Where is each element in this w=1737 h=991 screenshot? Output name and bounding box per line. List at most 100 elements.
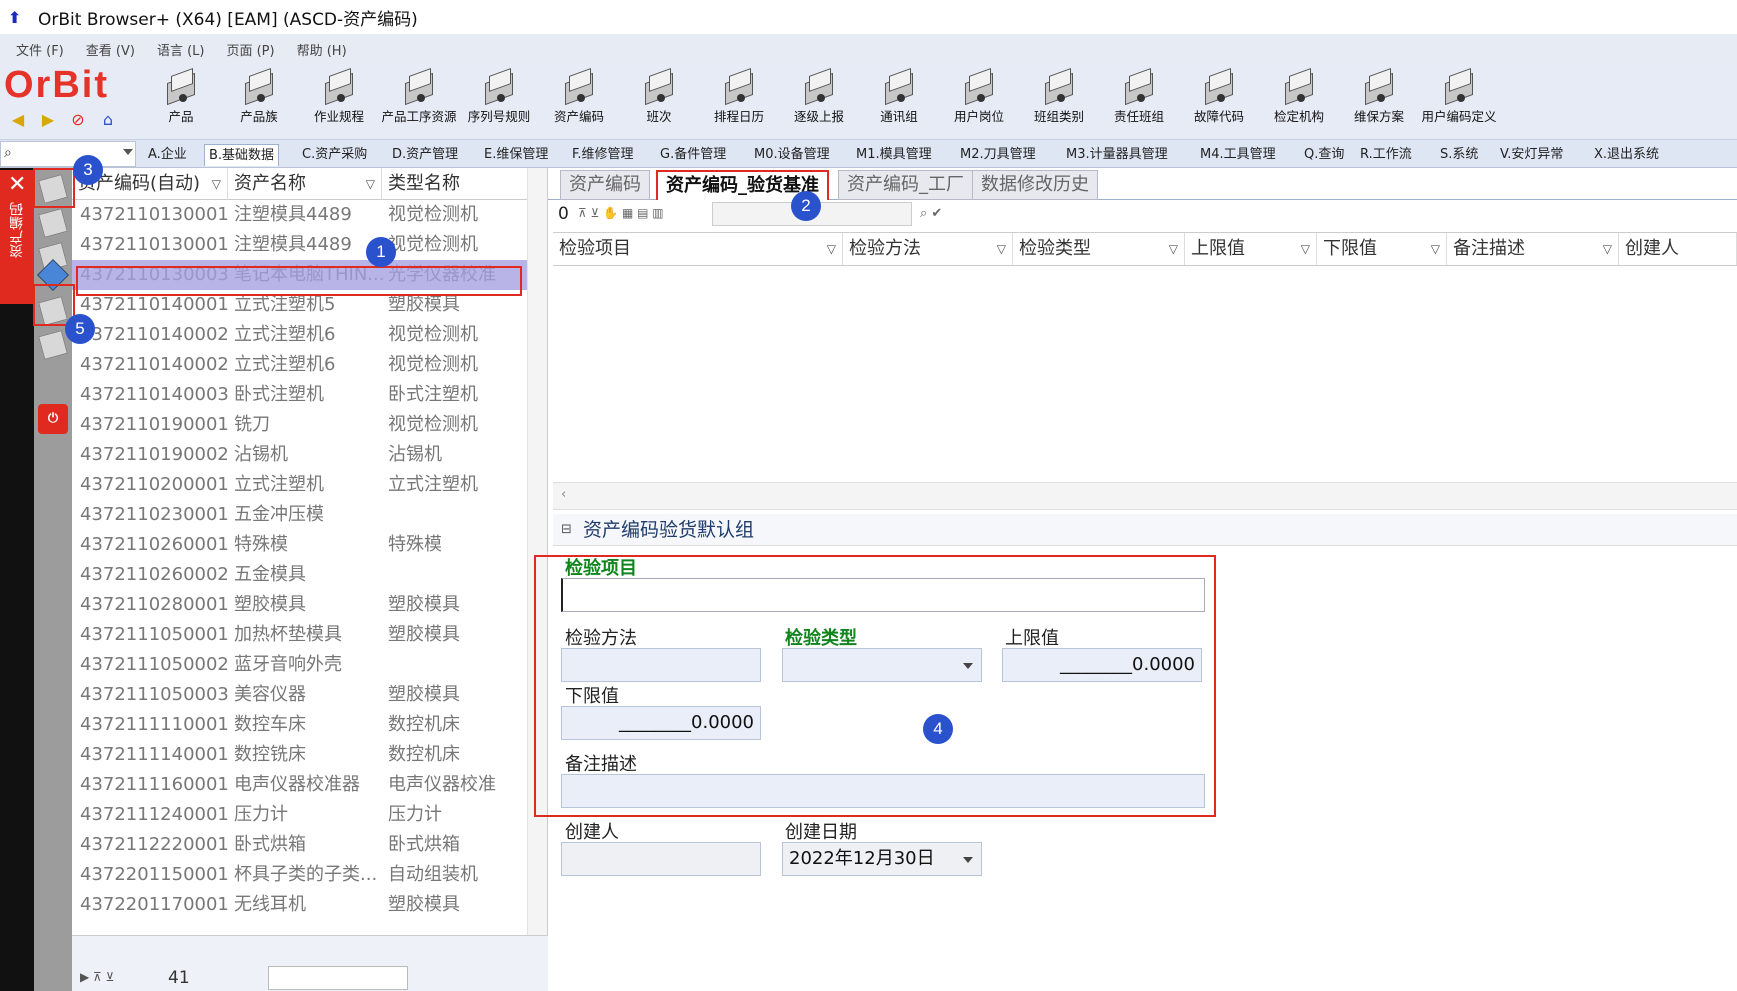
tab-asset-code[interactable]: 资产编码 bbox=[560, 170, 650, 200]
filter-icon[interactable]: ▽ bbox=[1301, 233, 1310, 265]
toolbar-button-11[interactable]: 班组类别 bbox=[1018, 66, 1100, 140]
menu-file[interactable]: 文件 (F) bbox=[16, 40, 64, 59]
back-arrow-icon[interactable]: ◀ bbox=[8, 109, 28, 129]
module-tab-5[interactable]: F.维修管理 bbox=[568, 144, 638, 166]
menu-page[interactable]: 页面 (P) bbox=[226, 40, 274, 59]
forward-arrow-icon[interactable]: ▶ bbox=[38, 109, 58, 129]
toolbar-button-8[interactable]: 逐级上报 bbox=[778, 66, 860, 140]
col-header-inspect-type[interactable]: 检验类型 ▽ bbox=[1013, 233, 1185, 265]
pages-icon[interactable] bbox=[38, 208, 68, 238]
col-header-creator[interactable]: 创建人 bbox=[1619, 233, 1737, 265]
module-tab-15[interactable]: V.安灯异常 bbox=[1496, 144, 1567, 166]
table-row[interactable]: 4372110230001 五金冲压模 bbox=[72, 500, 528, 530]
module-tab-11[interactable]: M4.工具管理 bbox=[1196, 144, 1280, 166]
toolbar-button-2[interactable]: 作业规程 bbox=[298, 66, 380, 140]
table-row[interactable]: 4372110140002 立式注塑机6 视觉检测机 bbox=[72, 320, 528, 350]
eraser-icon[interactable] bbox=[38, 330, 68, 360]
table-row[interactable]: 4372111160001 电声仪器校准器 电声仪器校准 bbox=[72, 770, 528, 800]
table-row[interactable]: 4372111050003 美容仪器 塑胶模具 bbox=[72, 680, 528, 710]
module-search-input[interactable]: ⌕ bbox=[0, 141, 136, 167]
form-group-header[interactable]: ⊟ 资产编码验货默认组 bbox=[553, 514, 1737, 546]
table-row[interactable]: 4372110190002 沾锡机 沾锡机 bbox=[72, 440, 528, 470]
created-date-picker[interactable]: 2022年12月30日 bbox=[782, 842, 982, 876]
toolbar-button-13[interactable]: 故障代码 bbox=[1178, 66, 1260, 140]
table-row[interactable]: 4372110140002 立式注塑机6 视觉检测机 bbox=[72, 350, 528, 380]
menu-help[interactable]: 帮助 (H) bbox=[297, 40, 347, 59]
table-row[interactable]: 4372110200001 立式注塑机 立式注塑机 bbox=[72, 470, 528, 500]
nav-first-icon[interactable]: ▶ ⊼ ⊻ bbox=[80, 970, 114, 984]
chevron-down-icon[interactable] bbox=[963, 857, 973, 863]
nav-buttons-icon[interactable]: ⊼ ⊻ ✋ ▦ ▤ ▥ bbox=[578, 206, 664, 220]
module-tab-10[interactable]: M3.计量器具管理 bbox=[1062, 144, 1172, 166]
table-row[interactable]: 4372110260001 特殊模 特殊模 bbox=[72, 530, 528, 560]
chevron-down-icon[interactable] bbox=[123, 149, 133, 155]
toolbar-button-5[interactable]: 资产编码 bbox=[538, 66, 620, 140]
table-row[interactable]: 4372110130001 注塑模具4489 视觉检测机 bbox=[72, 200, 528, 230]
menu-language[interactable]: 语言 (L) bbox=[157, 40, 205, 59]
toolbar-button-1[interactable]: 产品族 bbox=[218, 66, 300, 140]
col-header-inspect-item[interactable]: 检验项目 ▽ bbox=[553, 233, 843, 265]
chevron-left-icon[interactable]: ‹ bbox=[561, 487, 566, 502]
table-row[interactable]: 4372110260002 五金模具 bbox=[72, 560, 528, 590]
left-footer-combo[interactable] bbox=[268, 966, 408, 990]
table-row[interactable]: 4372201170001 无线耳机 塑胶模具 bbox=[72, 890, 528, 920]
module-tab-3[interactable]: D.资产管理 bbox=[388, 144, 462, 166]
close-icon[interactable]: ✕ bbox=[8, 174, 26, 196]
toolbar-button-15[interactable]: 维保方案 bbox=[1338, 66, 1420, 140]
module-tab-4[interactable]: E.维保管理 bbox=[480, 144, 552, 166]
filter-icon[interactable]: ▽ bbox=[1603, 233, 1612, 265]
module-tab-14[interactable]: S.系统 bbox=[1436, 144, 1482, 166]
module-tab-16[interactable]: X.退出系统 bbox=[1590, 144, 1663, 166]
table-row[interactable]: 4372112220001 卧式烘箱 卧式烘箱 bbox=[72, 830, 528, 860]
toolbar-button-4[interactable]: 序列号规则 bbox=[458, 66, 540, 140]
collapse-icon[interactable]: ⊟ bbox=[561, 514, 572, 546]
filter-icon[interactable]: ▽ bbox=[366, 168, 375, 200]
col-header-asset-name[interactable]: 资产名称 ▽ bbox=[228, 168, 382, 200]
power-icon[interactable]: ⏻ bbox=[38, 404, 68, 434]
table-row[interactable]: 4372201150001 杯具子类的子类... 自动组装机 bbox=[72, 860, 528, 890]
col-header-upper-limit[interactable]: 上限值 ▽ bbox=[1185, 233, 1317, 265]
module-tab-0[interactable]: A.企业 bbox=[144, 144, 191, 166]
col-header-type-name[interactable]: 类型名称 bbox=[382, 168, 528, 200]
toolbar-button-14[interactable]: 检定机构 bbox=[1258, 66, 1340, 140]
toolbar-button-16[interactable]: 用户编码定义 bbox=[1418, 66, 1500, 140]
table-row[interactable]: 4372110190001 铣刀 视觉检测机 bbox=[72, 410, 528, 440]
toolbar-button-12[interactable]: 责任班组 bbox=[1098, 66, 1180, 140]
module-tab-7[interactable]: M0.设备管理 bbox=[750, 144, 834, 166]
table-row[interactable]: 4372111140001 数控铣床 数控机床 bbox=[72, 740, 528, 770]
toolbar-button-9[interactable]: 通讯组 bbox=[858, 66, 940, 140]
module-tab-8[interactable]: M1.模具管理 bbox=[852, 144, 936, 166]
module-tab-9[interactable]: M2.刀具管理 bbox=[956, 144, 1040, 166]
tab-asset-factory[interactable]: 资产编码_工厂 bbox=[838, 170, 973, 200]
stop-icon[interactable]: ⊘ bbox=[68, 109, 88, 129]
toolbar-button-6[interactable]: 班次 bbox=[618, 66, 700, 140]
creator-input[interactable] bbox=[561, 842, 761, 876]
col-header-lower-limit[interactable]: 下限值 ▽ bbox=[1317, 233, 1447, 265]
filter-icon[interactable]: ▽ bbox=[997, 233, 1006, 265]
col-header-inspect-method[interactable]: 检验方法 ▽ bbox=[843, 233, 1013, 265]
module-tab-1[interactable]: B.基础数据 bbox=[204, 144, 280, 166]
search-confirm-icon[interactable]: ⌕ ✔ bbox=[920, 206, 942, 221]
toolbar-button-10[interactable]: 用户岗位 bbox=[938, 66, 1020, 140]
filter-icon[interactable]: ▽ bbox=[212, 168, 221, 200]
filter-icon[interactable]: ▽ bbox=[1431, 233, 1440, 265]
home-icon[interactable]: ⌂ bbox=[98, 109, 118, 129]
toolbar-button-7[interactable]: 排程日历 bbox=[698, 66, 780, 140]
module-tab-12[interactable]: Q.查询 bbox=[1300, 144, 1348, 166]
table-row[interactable]: 4372111110001 数控车床 数控机床 bbox=[72, 710, 528, 740]
menu-view[interactable]: 查看 (V) bbox=[86, 40, 135, 59]
toolbar-button-0[interactable]: 产品 bbox=[140, 66, 222, 140]
toolbar-button-3[interactable]: 产品工序资源 bbox=[378, 66, 460, 140]
table-row[interactable]: 4372110280001 塑胶模具 塑胶模具 bbox=[72, 590, 528, 620]
table-row[interactable]: 4372110130001 注塑模具4489 视觉检测机 bbox=[72, 230, 528, 260]
filter-icon[interactable]: ▽ bbox=[1169, 233, 1178, 265]
tab-data-change-history[interactable]: 数据修改历史 bbox=[972, 170, 1098, 200]
left-grid-scrollbar[interactable] bbox=[527, 168, 547, 935]
inspection-grid-scrollbar[interactable]: ‹ bbox=[553, 482, 1737, 510]
table-row[interactable]: 4372111050002 蓝牙音响外壳 bbox=[72, 650, 528, 680]
col-header-remark[interactable]: 备注描述 ▽ bbox=[1447, 233, 1619, 265]
filter-icon[interactable]: ▽ bbox=[827, 233, 836, 265]
module-tab-2[interactable]: C.资产采购 bbox=[298, 144, 371, 166]
table-row[interactable]: 4372110140003 卧式注塑机 卧式注塑机 bbox=[72, 380, 528, 410]
module-tab-6[interactable]: G.备件管理 bbox=[656, 144, 730, 166]
